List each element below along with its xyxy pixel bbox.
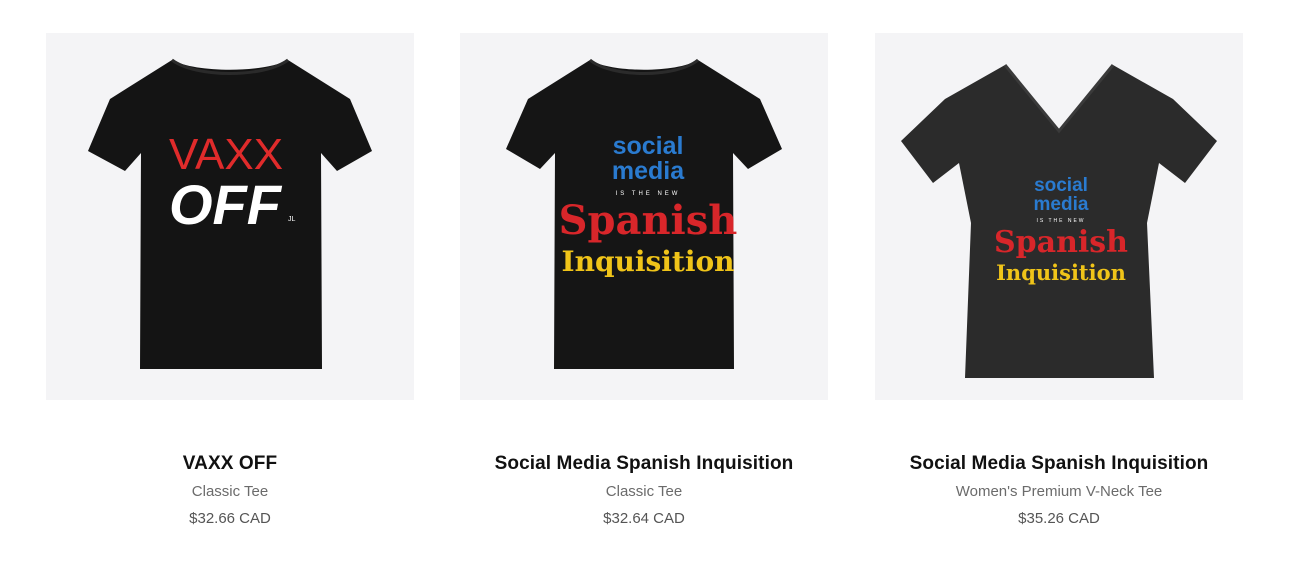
print-line-2: media <box>1034 194 1089 215</box>
product-price: $35.26 CAD <box>1018 510 1100 527</box>
print-line-5: Inquisition <box>561 245 734 278</box>
product-image[interactable]: VAXX OFF JL <box>46 33 414 400</box>
product-title[interactable]: VAXX OFF <box>46 451 414 477</box>
print-initials: JL <box>288 216 296 223</box>
print-line-4: Spanish <box>994 225 1128 260</box>
product-title[interactable]: Social Media Spanish Inquisition <box>460 451 828 477</box>
product-price: $32.66 CAD <box>189 510 271 527</box>
tshirt-image: social media IS THE NEW Spanish Inquisit… <box>506 58 782 369</box>
product-image[interactable]: social media IS THE NEW Spanish Inquisit… <box>460 33 828 400</box>
print-line-1: VAXX <box>169 130 283 179</box>
product-info: Social Media Spanish Inquisition Women's… <box>875 451 1243 529</box>
product-info: VAXX OFF Classic Tee $32.66 CAD <box>46 451 414 529</box>
print-line-1: social <box>1034 175 1088 196</box>
product-price: $32.64 CAD <box>603 510 685 527</box>
product-grid: VAXX OFF JL VAXX OFF Classic Tee $32.66 … <box>0 0 1292 561</box>
product-info: Social Media Spanish Inquisition Classic… <box>460 451 828 529</box>
product-card[interactable]: VAXX OFF JL VAXX OFF Classic Tee $32.66 … <box>46 33 414 529</box>
print-line-3: IS THE NEW <box>1036 218 1085 224</box>
product-image[interactable]: social media IS THE NEW Spanish Inquisit… <box>875 33 1243 400</box>
print-line-2: media <box>612 157 685 185</box>
print-line-2: OFF <box>169 173 283 236</box>
product-title[interactable]: Social Media Spanish Inquisition <box>875 451 1243 477</box>
tshirt-image: VAXX OFF JL <box>88 58 372 369</box>
print-line-1: social <box>613 132 684 160</box>
product-type: Women's Premium V-Neck Tee <box>955 483 1163 500</box>
product-type: Classic Tee <box>605 483 683 500</box>
print-line-4: Spanish <box>559 197 738 244</box>
vneck-tshirt-image: social media IS THE NEW Spanish Inquisit… <box>901 64 1217 378</box>
print-line-5: Inquisition <box>996 260 1126 285</box>
product-card[interactable]: social media IS THE NEW Spanish Inquisit… <box>875 33 1243 529</box>
product-type: Classic Tee <box>191 483 269 500</box>
product-card[interactable]: social media IS THE NEW Spanish Inquisit… <box>460 33 828 529</box>
